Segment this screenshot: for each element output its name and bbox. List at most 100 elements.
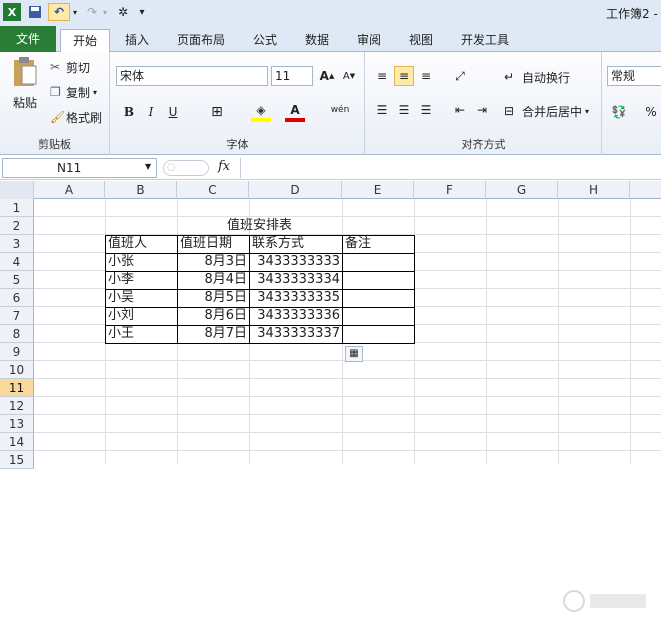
- orientation-icon[interactable]: ⤢: [450, 66, 470, 86]
- percent-button[interactable]: %: [641, 102, 661, 122]
- redo-icon[interactable]: ↷: [84, 3, 100, 21]
- column-header-a[interactable]: A: [34, 181, 105, 199]
- insert-function-button[interactable]: fx: [218, 159, 230, 174]
- italic-button[interactable]: I: [141, 102, 161, 122]
- column-header-d[interactable]: D: [249, 181, 342, 199]
- header-cell-name[interactable]: 值班人: [108, 235, 147, 253]
- merge-center-button[interactable]: ⊟ 合并后居中 ▾: [504, 102, 589, 120]
- cell-name[interactable]: 小张: [108, 253, 134, 271]
- tab-developer[interactable]: 开发工具: [454, 29, 516, 52]
- clipboard-group-label: 剪贴板: [38, 138, 71, 151]
- fill-color-icon[interactable]: ◈: [251, 102, 271, 122]
- column-header-c[interactable]: C: [177, 181, 249, 199]
- formula-bar-handle[interactable]: ◌: [163, 160, 209, 176]
- row-header-14[interactable]: 14: [0, 433, 34, 451]
- cell-date[interactable]: 8月4日: [177, 271, 247, 289]
- cell-name[interactable]: 小王: [108, 325, 134, 343]
- decrease-indent-icon[interactable]: ⇤: [450, 100, 470, 120]
- cell-date[interactable]: 8月3日: [177, 253, 247, 271]
- number-format-select[interactable]: 常规: [607, 66, 661, 86]
- row-header-5[interactable]: 5: [0, 271, 34, 289]
- shrink-font-icon[interactable]: A ▼: [339, 66, 359, 86]
- increase-indent-icon[interactable]: ⇥: [472, 100, 492, 120]
- currency-icon[interactable]: 💱: [609, 102, 629, 122]
- row-header-2[interactable]: 2: [0, 217, 34, 235]
- font-color-button[interactable]: A: [285, 102, 305, 122]
- paste-button[interactable]: 粘贴: [8, 56, 42, 120]
- cell-phone[interactable]: 3433333336: [249, 307, 340, 325]
- row-header-11[interactable]: 11: [0, 379, 34, 397]
- grow-font-icon[interactable]: A ▲: [317, 66, 337, 86]
- undo-icon[interactable]: ↶: [48, 3, 70, 21]
- cell-name[interactable]: 小李: [108, 271, 134, 289]
- gridline: [34, 216, 661, 217]
- name-box[interactable]: N11: [2, 158, 157, 178]
- cell-name[interactable]: 小吴: [108, 289, 134, 307]
- worksheet-grid[interactable]: A B C D E F G H 1 2 3 4 5 6 7 8 9 10 11 …: [0, 181, 661, 612]
- cell-date[interactable]: 8月6日: [177, 307, 247, 325]
- customize-toolbar-icon[interactable]: ▾: [136, 3, 148, 21]
- cell-name[interactable]: 小刘: [108, 307, 134, 325]
- formula-input[interactable]: [240, 158, 661, 178]
- align-bottom-icon[interactable]: ≡: [416, 66, 436, 86]
- tab-view[interactable]: 视图: [401, 29, 441, 52]
- tab-formulas[interactable]: 公式: [245, 29, 285, 52]
- align-middle-icon[interactable]: ≡: [394, 66, 414, 86]
- row-header-10[interactable]: 10: [0, 361, 34, 379]
- redo-dropdown-icon[interactable]: ▾: [100, 3, 110, 21]
- column-header-g[interactable]: G: [486, 181, 558, 199]
- tab-home[interactable]: 开始: [60, 29, 110, 53]
- row-header-4[interactable]: 4: [0, 253, 34, 271]
- cell-phone[interactable]: 3433333335: [249, 289, 340, 307]
- paste-options-icon[interactable]: ▦: [345, 346, 363, 362]
- align-top-icon[interactable]: ≡: [372, 66, 392, 86]
- wrap-text-button[interactable]: ↵ 自动换行: [504, 68, 570, 86]
- row-header-12[interactable]: 12: [0, 397, 34, 415]
- align-left-icon[interactable]: ☰: [372, 100, 392, 120]
- undo-dropdown-icon[interactable]: ▾: [70, 3, 80, 21]
- save-icon[interactable]: [26, 3, 44, 21]
- format-painter-button[interactable]: 🖌 格式刷: [50, 108, 102, 126]
- tab-data[interactable]: 数据: [297, 29, 337, 52]
- header-cell-phone[interactable]: 联系方式: [252, 235, 304, 253]
- cut-button[interactable]: ✂ 剪切: [50, 58, 90, 76]
- tools-icon[interactable]: ✲: [114, 3, 132, 21]
- row-header-15[interactable]: 15: [0, 451, 34, 469]
- row-header-9[interactable]: 9: [0, 343, 34, 361]
- align-right-icon[interactable]: ☰: [416, 100, 436, 120]
- row-header-6[interactable]: 6: [0, 289, 34, 307]
- borders-icon[interactable]: ⊞: [207, 102, 227, 122]
- cell-phone[interactable]: 3433333333: [249, 253, 340, 271]
- row-header-1[interactable]: 1: [0, 199, 34, 217]
- table-title[interactable]: 值班安排表: [177, 217, 342, 235]
- cell-phone[interactable]: 3433333337: [249, 325, 340, 343]
- tab-insert[interactable]: 插入: [116, 29, 158, 52]
- column-header-e[interactable]: E: [342, 181, 414, 199]
- header-cell-date[interactable]: 值班日期: [180, 235, 232, 253]
- column-header-b[interactable]: B: [105, 181, 177, 199]
- column-header-i[interactable]: [630, 181, 661, 199]
- name-box-dropdown-icon[interactable]: ▼: [145, 162, 151, 171]
- header-cell-note[interactable]: 备注: [345, 235, 371, 253]
- row-header-7[interactable]: 7: [0, 307, 34, 325]
- column-header-h[interactable]: H: [558, 181, 630, 199]
- underline-button[interactable]: U: [163, 102, 183, 122]
- row-header-3[interactable]: 3: [0, 235, 34, 253]
- column-header-f[interactable]: F: [414, 181, 486, 199]
- cell-phone[interactable]: 3433333334: [249, 271, 340, 289]
- copy-dropdown-icon: ▾: [93, 87, 98, 97]
- tab-page-layout[interactable]: 页面布局: [170, 29, 232, 52]
- font-size-select[interactable]: 11: [271, 66, 313, 86]
- select-all-corner[interactable]: [0, 181, 34, 199]
- align-center-icon[interactable]: ☰: [394, 100, 414, 120]
- row-header-13[interactable]: 13: [0, 415, 34, 433]
- tab-review[interactable]: 审阅: [349, 29, 389, 52]
- copy-button[interactable]: ❐ 复制 ▾: [50, 83, 97, 101]
- tab-file[interactable]: 文件: [0, 26, 56, 52]
- cell-date[interactable]: 8月7日: [177, 325, 247, 343]
- bold-button[interactable]: B: [119, 102, 139, 122]
- phonetic-button[interactable]: wén: [327, 100, 353, 120]
- font-name-select[interactable]: 宋体: [116, 66, 268, 86]
- cell-date[interactable]: 8月5日: [177, 289, 247, 307]
- row-header-8[interactable]: 8: [0, 325, 34, 343]
